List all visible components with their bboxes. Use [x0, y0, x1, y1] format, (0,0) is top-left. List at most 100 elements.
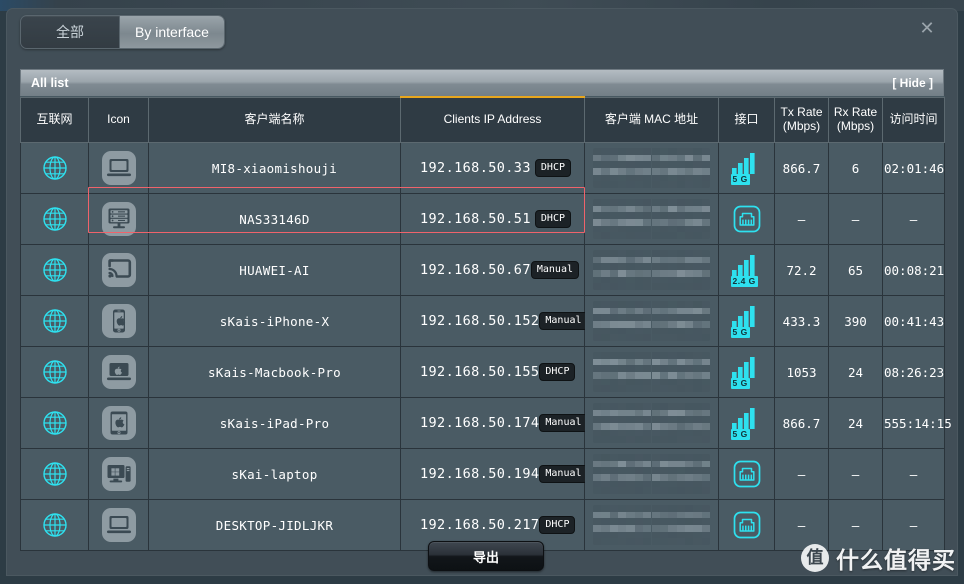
table-row[interactable]: NAS33146D 192.168.50.51 DHCP – – – — [20, 193, 945, 245]
band-label: 2.4 G — [730, 276, 758, 287]
table-row[interactable]: HUAWEI-AI 192.168.50.67 Manual 2.4 G 72.2 65 0… — [20, 244, 945, 296]
screenshot-root: ✕ 全部 By interface All list [ Hide ] 互联网 — [0, 0, 964, 584]
table-row[interactable]: sKai-laptop 192.168.50.194 Manual – – – — [20, 448, 945, 500]
col-tx-rate[interactable]: Tx Rate (Mbps) — [774, 96, 829, 143]
cell-tx-rate: 72.2 — [774, 244, 829, 296]
ip-mode-badge: DHCP — [534, 209, 571, 229]
cell-access-time: 02:01:46 — [882, 142, 945, 194]
col-rx-rate-label: Rx Rate — [833, 104, 878, 119]
apple-laptop-icon — [101, 355, 136, 389]
band-label: 5 G — [730, 327, 750, 338]
col-mac[interactable]: 客户端 MAC 地址 — [584, 96, 719, 143]
cell-ip: 192.168.50.194 Manual — [400, 448, 588, 500]
cell-rx-rate: – — [828, 448, 883, 500]
cell-interface — [718, 499, 775, 551]
ip-value: 192.168.50.217 — [420, 517, 540, 533]
cell-rx-rate: 6 — [828, 142, 883, 194]
cell-internet — [20, 397, 89, 449]
cell-internet — [20, 193, 89, 245]
all-list-panel: All list [ Hide ] 互联网 Icon 客户端名称 Clients… — [20, 69, 952, 551]
cell-interface — [718, 448, 775, 500]
cell-tx-rate: 866.7 — [774, 142, 829, 194]
laptop-icon — [101, 508, 136, 542]
ip-value: 192.168.50.194 — [420, 466, 540, 482]
cell-interface: 5 G — [718, 397, 775, 449]
ip-value: 192.168.50.155 — [420, 364, 540, 380]
cell-device-icon — [88, 346, 149, 398]
cell-ip: 192.168.50.51 DHCP — [400, 193, 585, 245]
cell-mac-address — [584, 499, 719, 551]
table-row[interactable]: sKais-Macbook-Pro 192.168.50.155 DHCP 5 G 10… — [20, 346, 945, 398]
ip-value: 192.168.50.51 — [420, 211, 531, 227]
cell-internet — [20, 499, 89, 551]
cell-client-name: sKai-laptop — [148, 448, 401, 500]
cell-tx-rate: – — [774, 448, 829, 500]
col-icon[interactable]: Icon — [88, 96, 149, 143]
table-row[interactable]: MI8-xiaomishouji 192.168.50.33 DHCP 5 G 866.… — [20, 142, 945, 194]
cell-client-name: sKais-iPhone-X — [148, 295, 401, 347]
col-interface[interactable]: 接口 — [718, 96, 775, 143]
cell-access-time: – — [882, 448, 945, 500]
hide-link[interactable]: [ Hide ] — [892, 70, 933, 97]
cell-access-time: 00:08:21 — [882, 244, 945, 296]
col-ip[interactable]: Clients IP Address — [400, 96, 585, 143]
cell-device-icon — [88, 397, 149, 449]
cell-access-time: 00:41:43 — [882, 295, 945, 347]
ethernet-icon — [732, 205, 762, 233]
table-row[interactable]: sKais-iPhone-X 192.168.50.152 Manual 5 G 433… — [20, 295, 945, 347]
watermark-logo-icon: 值 — [801, 544, 829, 572]
band-label: 5 G — [730, 429, 750, 440]
table-row[interactable]: sKais-iPad-Pro 192.168.50.174 Manual 5 G 866… — [20, 397, 952, 449]
cell-ip: 192.168.50.155 DHCP — [400, 346, 585, 398]
ip-value: 192.168.50.174 — [420, 415, 540, 431]
col-access-time[interactable]: 访问时间 — [882, 96, 945, 143]
globe-icon — [42, 258, 68, 282]
globe-icon — [42, 513, 68, 537]
wifi-signal-icon: 5 G — [730, 151, 764, 185]
cell-client-name: HUAWEI-AI — [148, 244, 401, 296]
globe-icon — [42, 360, 68, 384]
globe-icon — [42, 411, 68, 435]
panel-header: All list [ Hide ] — [20, 69, 944, 96]
col-tx-rate-unit: (Mbps) — [782, 118, 821, 133]
cell-tx-rate: 866.7 — [774, 397, 829, 449]
cell-tx-rate: 433.3 — [774, 295, 829, 347]
cell-access-time: 08:26:23 — [882, 346, 945, 398]
cell-access-time: 555:14:15 — [882, 397, 952, 449]
tab-all[interactable]: 全部 — [21, 16, 119, 48]
cell-mac-address — [584, 142, 719, 194]
site-watermark: 值 什么值得买 — [801, 541, 956, 575]
table-header-row: 互联网 Icon 客户端名称 Clients IP Address 客户端 MA… — [20, 96, 945, 143]
apple-tablet-icon — [101, 406, 136, 440]
col-internet[interactable]: 互联网 — [20, 96, 89, 143]
col-rx-rate[interactable]: Rx Rate (Mbps) — [828, 96, 883, 143]
ip-mode-badge: Manual — [530, 260, 579, 280]
ip-mode-badge: DHCP — [539, 362, 576, 382]
band-label: 5 G — [730, 378, 750, 389]
cell-mac-address — [584, 397, 719, 449]
col-name[interactable]: 客户端名称 — [148, 96, 401, 143]
cell-internet — [20, 244, 89, 296]
laptop-icon — [101, 151, 136, 185]
close-icon[interactable]: ✕ — [916, 17, 938, 39]
nas-server-icon — [101, 202, 136, 236]
tab-by-interface[interactable]: By interface — [119, 16, 224, 48]
ip-mode-badge: DHCP — [539, 515, 576, 535]
ip-mode-badge: Manual — [539, 311, 588, 331]
ip-mode-badge: Manual — [539, 464, 588, 484]
cell-client-name: sKais-iPad-Pro — [148, 397, 401, 449]
cell-client-name: sKais-Macbook-Pro — [148, 346, 401, 398]
export-button[interactable]: 导出 — [428, 541, 544, 571]
cell-client-name: MI8-xiaomishouji — [148, 142, 401, 194]
windows-pc-icon — [101, 457, 136, 491]
globe-icon — [42, 207, 68, 231]
cell-ip: 192.168.50.174 Manual — [400, 397, 588, 449]
cell-ip: 192.168.50.33 DHCP — [400, 142, 585, 194]
wifi-signal-icon: 2.4 G — [730, 253, 764, 287]
wifi-signal-icon: 5 G — [730, 406, 764, 440]
cell-interface: 5 G — [718, 295, 775, 347]
cell-access-time: – — [882, 193, 945, 245]
cell-tx-rate: – — [774, 193, 829, 245]
ip-mode-badge: Manual — [539, 413, 588, 433]
cast-screen-icon — [101, 253, 136, 287]
